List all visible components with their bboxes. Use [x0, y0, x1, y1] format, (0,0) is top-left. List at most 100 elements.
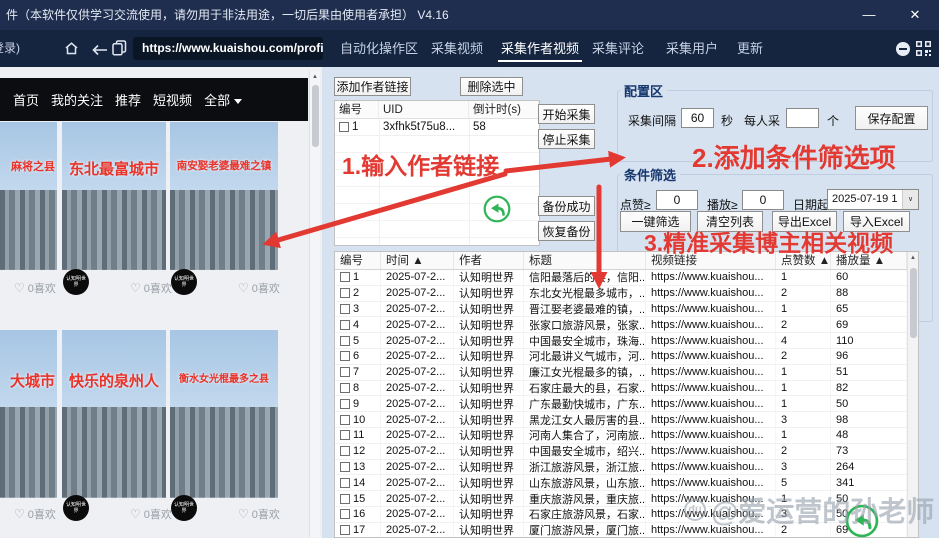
video-card[interactable]: 南安娶老婆最难之镇	[170, 122, 278, 270]
row-checkbox[interactable]	[340, 462, 350, 472]
save-config-button[interactable]: 保存配置	[855, 106, 928, 130]
row-checkbox[interactable]	[340, 478, 350, 488]
tab-collect-videos[interactable]: 采集视频	[431, 30, 483, 67]
row-checkbox[interactable]	[340, 336, 350, 346]
row-checkbox[interactable]	[340, 525, 350, 535]
interval-input[interactable]	[681, 108, 714, 128]
row-checkbox[interactable]	[340, 430, 350, 440]
video-card[interactable]: 衡水女光棍最多之县	[170, 330, 278, 498]
qr-code-icon[interactable]	[916, 41, 931, 61]
table-row[interactable]: 13 2025-07-2... 认知明世界 浙江旅游风景，浙江旅... http…	[335, 460, 918, 476]
menu-home[interactable]: 首页	[13, 90, 39, 109]
reply-arrow-icon	[483, 195, 511, 228]
heart-icon: ♡	[238, 507, 249, 521]
minimize-button[interactable]: —	[852, 0, 886, 30]
select-caret-icon[interactable]: ∨	[902, 190, 918, 209]
table-row[interactable]: 2 2025-07-2... 认知明世界 东北女光棍最多城市，... https…	[335, 286, 918, 302]
annotation-step2: 2.添加条件筛选项	[692, 138, 896, 175]
menu-all-dropdown[interactable]: 全部	[204, 90, 242, 109]
table-row[interactable]: 4 2025-07-2... 认知明世界 张家口旅游风景，张家... https…	[335, 317, 918, 333]
row-checkbox[interactable]	[340, 415, 350, 425]
minus-circle-icon[interactable]	[896, 42, 910, 56]
likes-filter-input[interactable]	[656, 190, 698, 210]
table-row[interactable]: 12 2025-07-2... 认知明世界 中国最安全城市，绍兴... http…	[335, 444, 918, 460]
table-row[interactable]: 7 2025-07-2... 认知明世界 廉江女光棍最多的镇，... https…	[335, 365, 918, 381]
add-author-link-button[interactable]: 添加作者链接	[334, 77, 411, 96]
tab-update[interactable]: 更新	[737, 30, 763, 67]
like-count: ♡0喜欢	[130, 506, 172, 522]
row-checkbox[interactable]	[340, 351, 350, 361]
row-checkbox[interactable]	[340, 383, 350, 393]
home-icon[interactable]	[64, 41, 79, 61]
table-row[interactable]: 9 2025-07-2... 认知明世界 广东最勤快城市，广东... https…	[335, 396, 918, 412]
plays-filter-input[interactable]	[742, 190, 784, 210]
row-checkbox[interactable]	[340, 367, 350, 377]
row-checkbox[interactable]	[340, 288, 350, 298]
author-avatar[interactable]: 认知明世界	[63, 269, 89, 295]
watermark-text: @爱运营的孙老师	[711, 490, 934, 530]
scrollbar-thumb[interactable]	[910, 268, 917, 338]
row-checkbox[interactable]	[340, 509, 350, 519]
table-row[interactable]: 8 2025-07-2... 认知明世界 石家庄最大的县，石家... https…	[335, 381, 918, 397]
start-collect-button[interactable]: 开始采集	[538, 104, 595, 124]
row-checkbox[interactable]	[340, 494, 350, 504]
author-row[interactable]: 1 3xfhk5t75u8... 58	[335, 119, 539, 136]
table-row[interactable]: 6 2025-07-2... 认知明世界 河北最讲义气城市，河... https…	[335, 349, 918, 365]
row-checkbox[interactable]	[339, 122, 349, 132]
card-caption-row-2: ♡0喜欢 认知明世界 ♡0喜欢 认知明世界 ♡0喜欢	[0, 499, 308, 529]
row-checkbox[interactable]	[340, 446, 350, 456]
stop-collect-button[interactable]: 停止采集	[538, 129, 595, 149]
video-card-title: 东北最富城市	[62, 158, 166, 179]
video-card[interactable]: 大城市	[0, 330, 57, 498]
video-card[interactable]: 东北最富城市	[62, 122, 166, 270]
table-row[interactable]: 5 2025-07-2... 认知明世界 中国最安全城市，珠海... https…	[335, 333, 918, 349]
url-input[interactable]: https://www.kuaishou.com/profil	[133, 37, 323, 60]
column-countdown[interactable]: 倒计时(s)	[469, 101, 539, 118]
author-list-header: 编号 UID 倒计时(s)	[335, 101, 539, 119]
tab-collect-author-videos[interactable]: 采集作者视频	[501, 30, 579, 67]
scrollbar-up-icon[interactable]: ▲	[908, 255, 918, 261]
copy-pages-icon[interactable]	[112, 40, 127, 61]
column-id[interactable]: 编号	[335, 252, 381, 269]
close-button[interactable]: ✕	[898, 0, 932, 30]
video-card-title: 南安娶老婆最难之镇	[170, 158, 278, 173]
row-checkbox[interactable]	[340, 399, 350, 409]
column-uid[interactable]: UID	[379, 101, 469, 118]
table-row[interactable]: 14 2025-07-2... 认知明世界 山东旅游风景，山东旅... http…	[335, 475, 918, 491]
delete-selected-button[interactable]: 删除选中	[460, 77, 523, 96]
backup-success-button[interactable]: 备份成功	[538, 196, 595, 216]
video-card[interactable]: 麻将之县	[0, 122, 57, 270]
column-title[interactable]: 标题	[524, 252, 646, 269]
scrollbar-up-icon[interactable]: ▲	[310, 74, 320, 80]
author-avatar[interactable]: 认知明世界	[171, 495, 197, 521]
menu-recommend[interactable]: 推荐	[115, 90, 141, 109]
per-user-label: 每人采	[744, 112, 780, 129]
video-card[interactable]: 快乐的泉州人	[62, 330, 166, 498]
row-checkbox[interactable]	[340, 272, 350, 282]
menu-following[interactable]: 我的关注	[51, 90, 103, 109]
table-row[interactable]: 11 2025-07-2... 认知明世界 河南人集合了，河南旅... http…	[335, 428, 918, 444]
author-avatar[interactable]: 认知明世界	[63, 495, 89, 521]
like-count: ♡0喜欢	[14, 506, 56, 522]
row-checkbox[interactable]	[340, 320, 350, 330]
heart-icon: ♡	[130, 507, 141, 521]
row-checkbox[interactable]	[340, 304, 350, 314]
tab-collect-comments[interactable]: 采集评论	[592, 30, 644, 67]
menu-short-video[interactable]: 短视频	[153, 90, 192, 109]
tab-collect-users[interactable]: 采集用户	[666, 30, 718, 67]
tab-automation-area[interactable]: 自动化操作区	[340, 30, 418, 67]
date-from-select[interactable]: 2025-07-19 1 ∨	[827, 189, 919, 210]
browser-scrollbar[interactable]: ▲	[309, 71, 320, 537]
table-row[interactable]: 10 2025-07-2... 认知明世界 黑龙江女人最厉害的县... http…	[335, 412, 918, 428]
per-user-input[interactable]	[786, 108, 819, 128]
author-avatar[interactable]: 认知明世界	[171, 269, 197, 295]
back-icon[interactable]	[92, 43, 108, 61]
like-count: ♡0喜欢	[14, 280, 56, 296]
column-time-sort[interactable]: 时间 ▲	[381, 252, 454, 269]
table-row[interactable]: 3 2025-07-2... 认知明世界 晋江娶老婆最难的镇，... https…	[335, 302, 918, 318]
scrollbar-thumb[interactable]	[312, 85, 319, 147]
column-author[interactable]: 作者	[454, 252, 524, 269]
column-id[interactable]: 编号	[335, 101, 379, 118]
table-row[interactable]: 1 2025-07-2... 认知明世界 信阳最落后的县，信阳... https…	[335, 270, 918, 286]
restore-backup-button[interactable]: 恢复备份	[538, 221, 595, 241]
